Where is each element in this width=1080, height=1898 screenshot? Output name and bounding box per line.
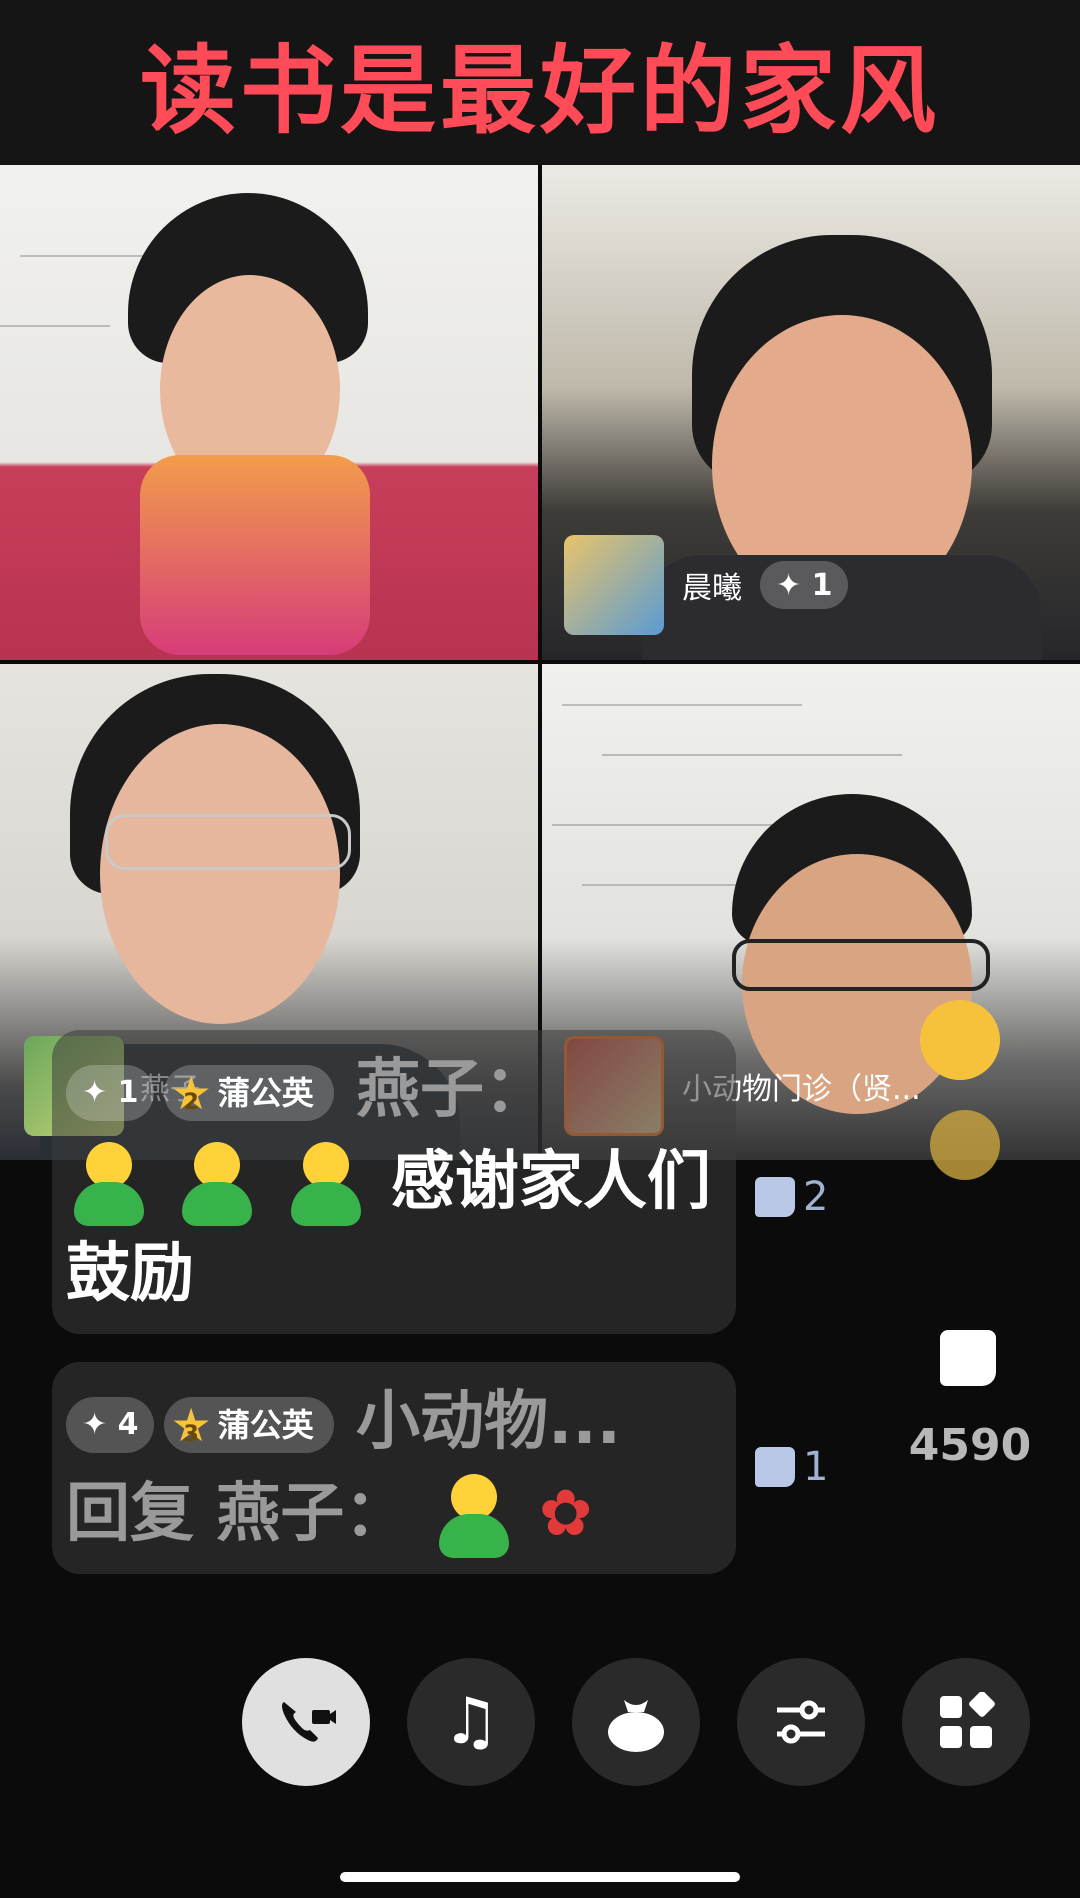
chat-message[interactable]: ✦ 1 ★ 2 蒲公英 燕子： 感谢家人们鼓励 [52,1030,736,1335]
chat-message[interactable]: ✦ 4 ★ 3 蒲公英 小动物... 回复 燕子： ✿ [52,1362,736,1575]
whiteboard-notes [562,704,802,706]
thumbs-up-icon [755,1447,795,1487]
chat-like-button[interactable]: 1 [755,1444,828,1490]
header-banner: 读书是最好的家风 [0,0,1080,165]
whiteboard-notes [602,754,902,756]
participant-name: 晨曦 [682,571,742,606]
star-icon: ★ 3 [170,1398,212,1453]
fan-club-name: 蒲公英 [217,1074,314,1113]
chat-message-header: ✦ 1 ★ 2 蒲公英 燕子： [66,1044,722,1136]
smile-emoji-icon [930,1110,1000,1180]
star-icon: ★ 2 [170,1066,212,1121]
user-badges: ✦ 4 ★ 3 蒲公英 [66,1397,334,1454]
chat-text: 回复 燕子： [66,1477,409,1551]
heart-level-pill: ✦ 1 [66,1065,155,1122]
gift-bag-button[interactable] [572,1658,700,1786]
heart-level-pill: ✦ 4 [66,1397,155,1454]
chat-separator: ： [484,1053,549,1127]
emoji-person-icon [66,1142,152,1228]
like-count: 2 [803,1174,829,1220]
apps-grid-icon [940,1692,995,1748]
glasses [105,814,351,870]
chat-speaker: 燕子 [356,1053,485,1127]
gift-bag-icon [608,1700,664,1752]
chat-message-body: 回复 燕子： ✿ [66,1468,722,1560]
participant-avatar[interactable] [564,535,664,635]
big-like-button[interactable] [940,1330,996,1386]
fan-club-badge: ★ 3 蒲公英 [164,1397,334,1454]
video-call-icon [282,1702,336,1742]
music-button[interactable]: ♫ [407,1658,535,1786]
music-icon: ♫ [442,1685,500,1759]
chat-message-header: ✦ 4 ★ 3 蒲公英 小动物... [66,1376,722,1468]
scarf [140,455,370,655]
chat-speaker: 小动物... [356,1385,621,1459]
emoji-person-icon [174,1142,260,1228]
settings-sliders-button[interactable] [737,1658,865,1786]
emoji-person-icon [431,1474,517,1560]
total-like-count: 4590 [908,1420,1032,1471]
participant-name-tag: 晨曦 ✦ 1 [682,561,849,609]
page-title: 读书是最好的家风 [140,35,940,147]
fan-club-badge: ★ 2 蒲公英 [164,1065,334,1122]
wall-painting [20,255,160,257]
video-tile-1[interactable] [0,165,538,660]
video-call-button[interactable] [242,1658,370,1786]
sliders-icon [777,1700,825,1744]
user-badges: ✦ 1 ★ 2 蒲公英 [66,1065,334,1122]
person-face [100,724,340,1024]
chat-text: 感谢家人们鼓励 [66,1145,711,1312]
more-apps-button[interactable] [902,1658,1030,1786]
glasses [732,939,990,991]
thumbs-up-icon [755,1177,795,1217]
heart-level-pill: ✦ 1 [760,561,849,609]
chat-like-button[interactable]: 2 [755,1174,828,1220]
wall-painting [0,325,110,327]
home-indicator[interactable] [340,1872,740,1882]
chat-message-body: 感谢家人们鼓励 [66,1136,722,1320]
video-tile-2[interactable]: 晨曦 ✦ 1 [542,165,1080,660]
smile-emoji-icon [920,1000,1000,1080]
floating-reactions [900,1000,1030,1240]
fan-club-name: 蒲公英 [217,1406,314,1445]
like-count: 1 [803,1444,829,1490]
rose-icon: ✿ [538,1477,593,1551]
emoji-person-icon [283,1142,369,1228]
